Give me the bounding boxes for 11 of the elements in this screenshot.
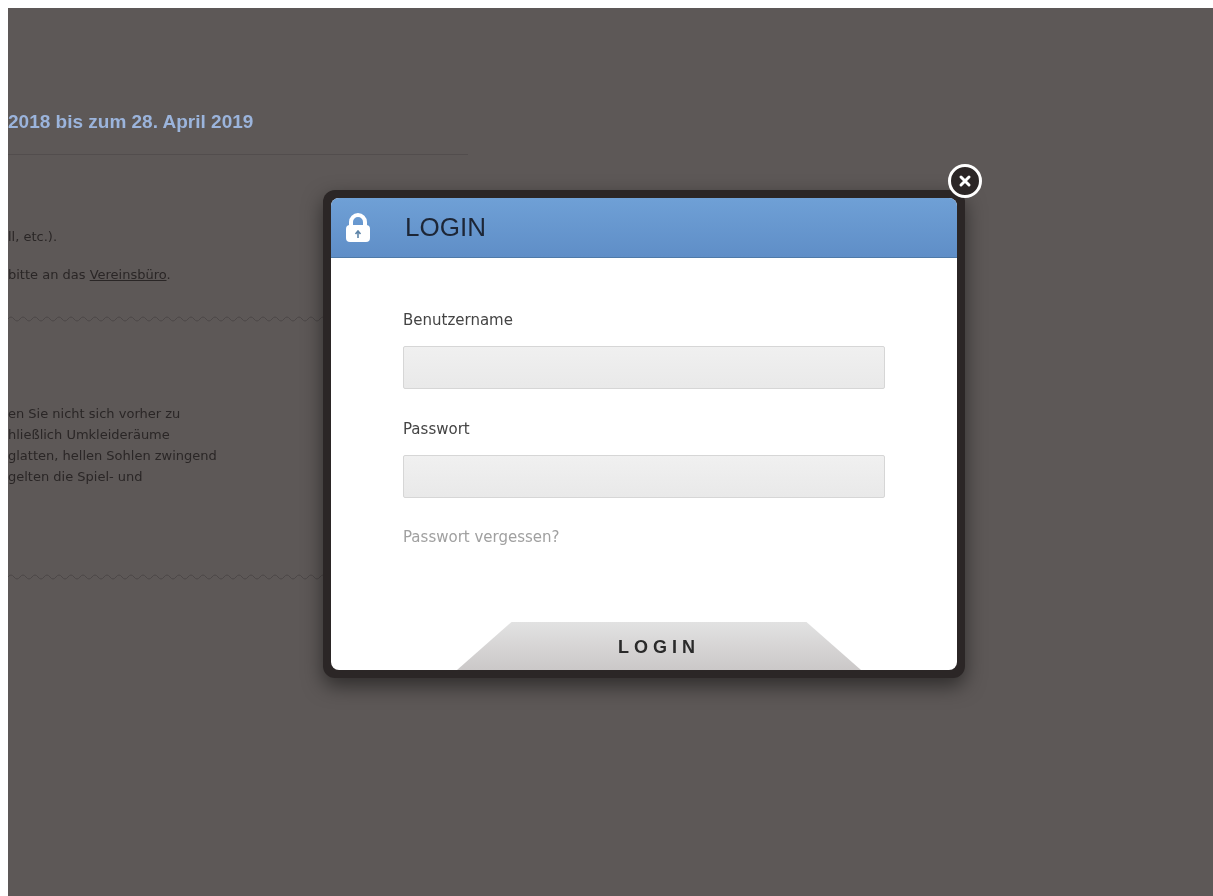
dialog-title: LOGIN (405, 212, 486, 243)
login-button[interactable]: LOGIN (457, 622, 861, 670)
field-label: Benutzername (403, 310, 513, 330)
input-field[interactable] (403, 455, 885, 498)
close-icon (958, 174, 972, 188)
forgot-password-link[interactable]: Passwort vergessen? (403, 528, 560, 546)
close-button[interactable] (948, 164, 982, 198)
section-heading: 2018 bis zum 28. April 2019 (8, 110, 254, 134)
padlock-icon (345, 212, 371, 243)
input-field[interactable] (403, 346, 885, 389)
field-label: Passwort (403, 419, 470, 439)
